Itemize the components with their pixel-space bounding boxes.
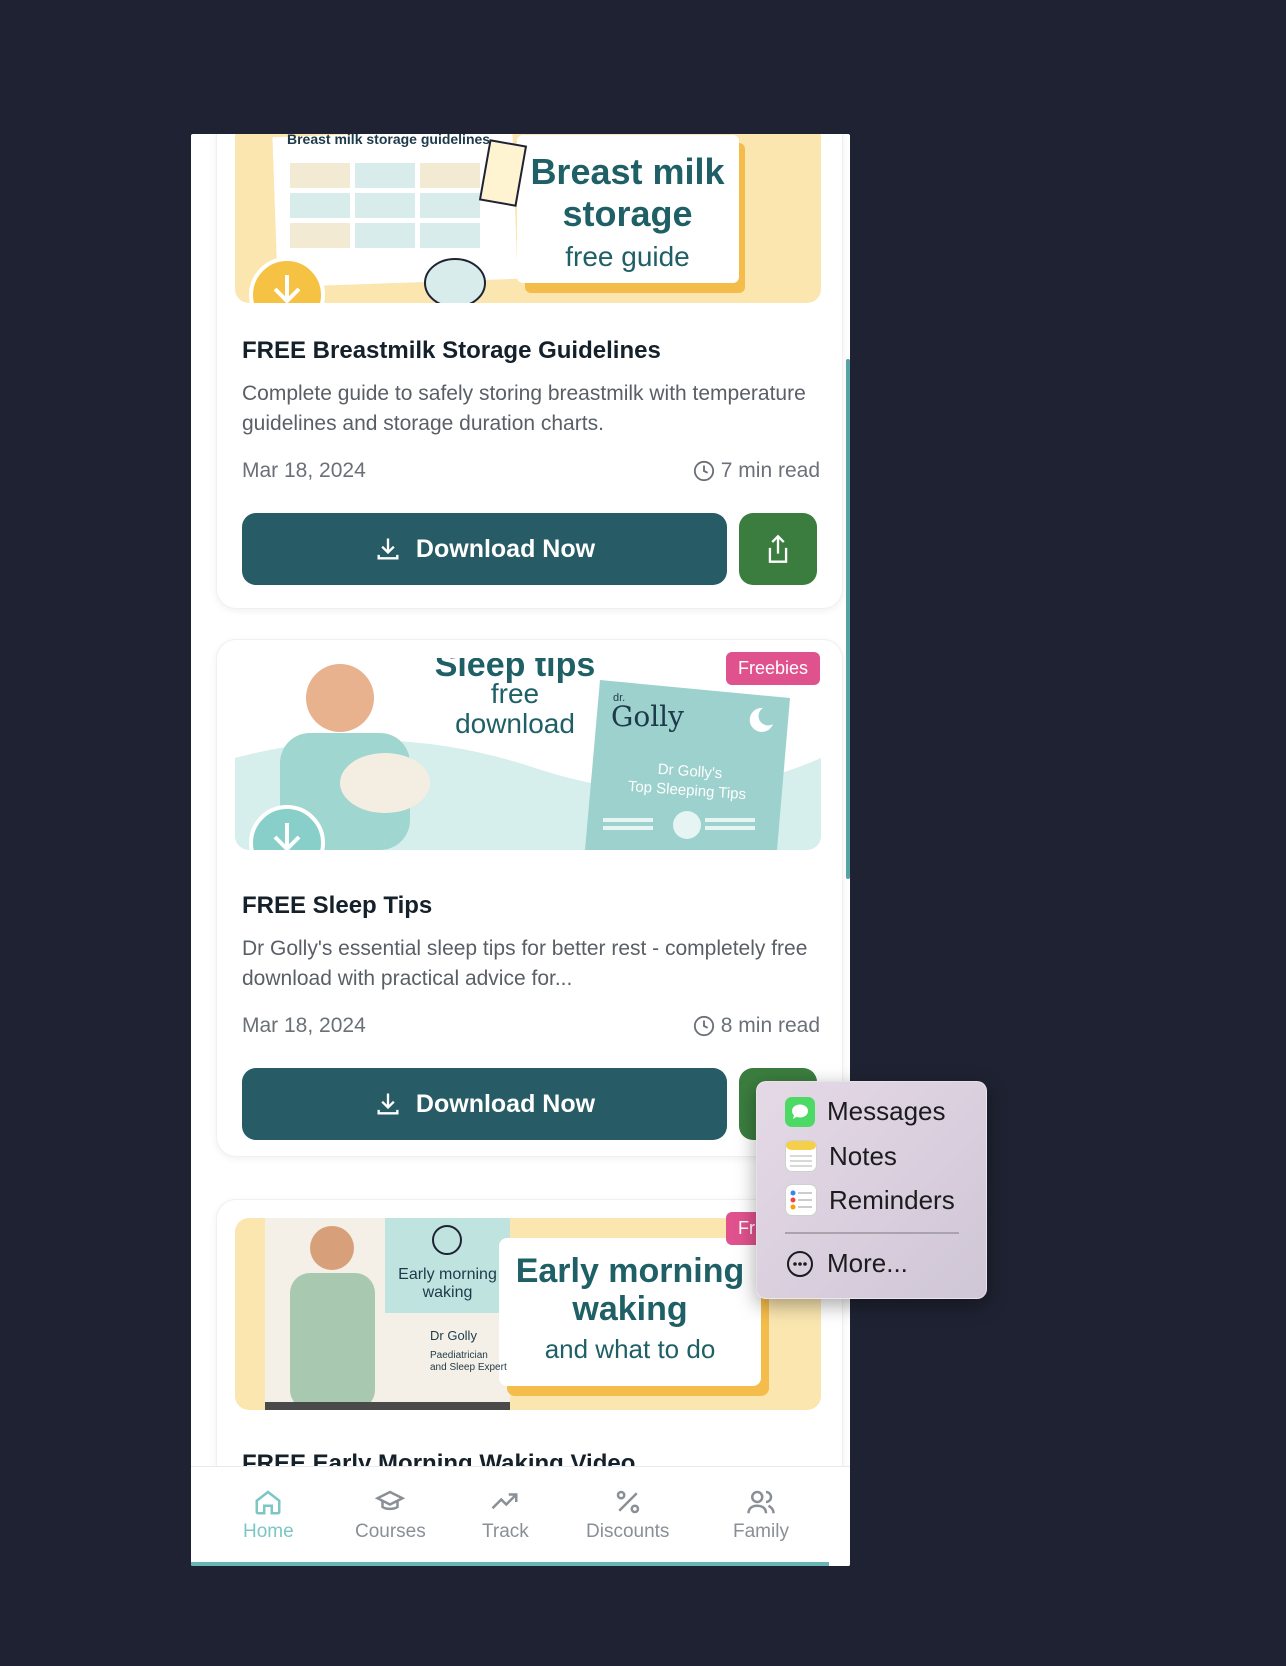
share-reminders[interactable]: Reminders [785, 1184, 955, 1216]
nav-track[interactable]: Track [482, 1487, 529, 1543]
download-button[interactable]: Download Now [242, 1068, 727, 1140]
nav-home[interactable]: Home [243, 1487, 294, 1543]
video-panel-title: Early morning [398, 1266, 497, 1283]
banner-sleep-tips: Sleep tips free download dr. Golly Dr Go… [235, 658, 821, 850]
nav-family-label: Family [733, 1521, 789, 1542]
read-time: 7 min read [693, 459, 820, 483]
doctor-role-2: and Sleep Expert [430, 1362, 507, 1373]
app-viewport: Breast milk storage guidelines Breast mi… [191, 134, 850, 1566]
messages-icon [785, 1096, 815, 1127]
breastmilk-sheet-title: Breast milk storage guidelines [287, 134, 491, 147]
clock-icon [693, 1015, 714, 1037]
video-panel-title-2: waking [422, 1284, 473, 1301]
sleep-tips-sub-2: download [455, 708, 575, 739]
doctor-name: Dr Golly [430, 1328, 477, 1343]
article-date: Mar 18, 2024 [242, 1014, 366, 1037]
share-notes[interactable]: Notes [785, 1140, 897, 1172]
nav-home-label: Home [243, 1521, 294, 1542]
nav-family[interactable]: Family [733, 1487, 789, 1543]
download-icon [377, 538, 399, 560]
early-morning-sub: and what to do [544, 1334, 716, 1364]
read-time-label: 7 min read [720, 459, 820, 482]
more-icon [787, 1250, 813, 1277]
clock-icon [693, 460, 714, 482]
read-time: 8 min read [693, 1014, 820, 1038]
read-time-label: 8 min read [720, 1014, 820, 1037]
article-date: Mar 18, 2024 [242, 459, 366, 482]
share-menu: Messages Notes Reminders More... [756, 1081, 987, 1299]
category-badge: Freebies [726, 652, 821, 685]
early-morning-heading-2: waking [572, 1290, 688, 1328]
share-messages[interactable]: Messages [785, 1096, 946, 1127]
nav-courses-label: Courses [355, 1521, 426, 1542]
article-description: Dr Golly's essential sleep tips for bett… [242, 937, 808, 990]
reminders-icon [785, 1184, 817, 1216]
article-card-breastmilk[interactable]: Breast milk storage guidelines Breast mi… [216, 134, 843, 609]
download-icon [377, 1093, 399, 1115]
download-button[interactable]: Download Now [242, 513, 727, 585]
share-messages-label: Messages [827, 1096, 946, 1126]
nav-discounts-label: Discounts [586, 1521, 670, 1542]
doctor-role: Paediatrician [430, 1350, 488, 1361]
nav-indicator-line [191, 1562, 829, 1566]
share-more-label: More... [827, 1248, 908, 1278]
share-icon [768, 534, 788, 563]
breastmilk-sub: free guide [565, 241, 690, 272]
bottom-nav: Home Courses Track Discounts Family [191, 1466, 850, 1566]
breastmilk-heading-2: storage [562, 193, 693, 234]
banner-breastmilk: Breast milk storage guidelines Breast mi… [235, 134, 821, 303]
menu-separator [785, 1232, 959, 1234]
article-description: Complete guide to safely storing breastm… [242, 382, 806, 435]
share-more[interactable]: More... [785, 1248, 908, 1279]
banner-early-morning: Early morning waking Dr Golly Paediatric… [235, 1218, 821, 1410]
trending-up-icon [492, 1493, 518, 1510]
nav-courses[interactable]: Courses [355, 1487, 426, 1543]
share-reminders-label: Reminders [829, 1184, 955, 1215]
breastmilk-heading: Breast milk [530, 151, 725, 192]
download-label: Download Now [415, 534, 596, 563]
home-icon [255, 1490, 281, 1515]
scrollbar[interactable] [846, 359, 850, 879]
book-brand: Golly [611, 700, 684, 733]
download-label: Download Now [415, 1089, 596, 1118]
notes-icon [785, 1140, 817, 1172]
share-notes-label: Notes [829, 1140, 897, 1171]
nav-discounts[interactable]: Discounts [586, 1487, 669, 1543]
article-title[interactable]: FREE Breastmilk Storage Guidelines [242, 337, 661, 365]
percent-icon [616, 1490, 639, 1514]
users-icon [747, 1490, 775, 1514]
article-card-sleep-tips[interactable]: Sleep tips free download dr. Golly Dr Go… [216, 639, 843, 1157]
early-morning-heading: Early morning [515, 1252, 745, 1290]
nav-track-label: Track [482, 1521, 529, 1542]
share-button[interactable] [739, 513, 817, 585]
graduation-cap-icon [375, 1490, 406, 1511]
sleep-tips-sub: free [490, 678, 540, 709]
article-title[interactable]: FREE Sleep Tips [242, 892, 432, 920]
